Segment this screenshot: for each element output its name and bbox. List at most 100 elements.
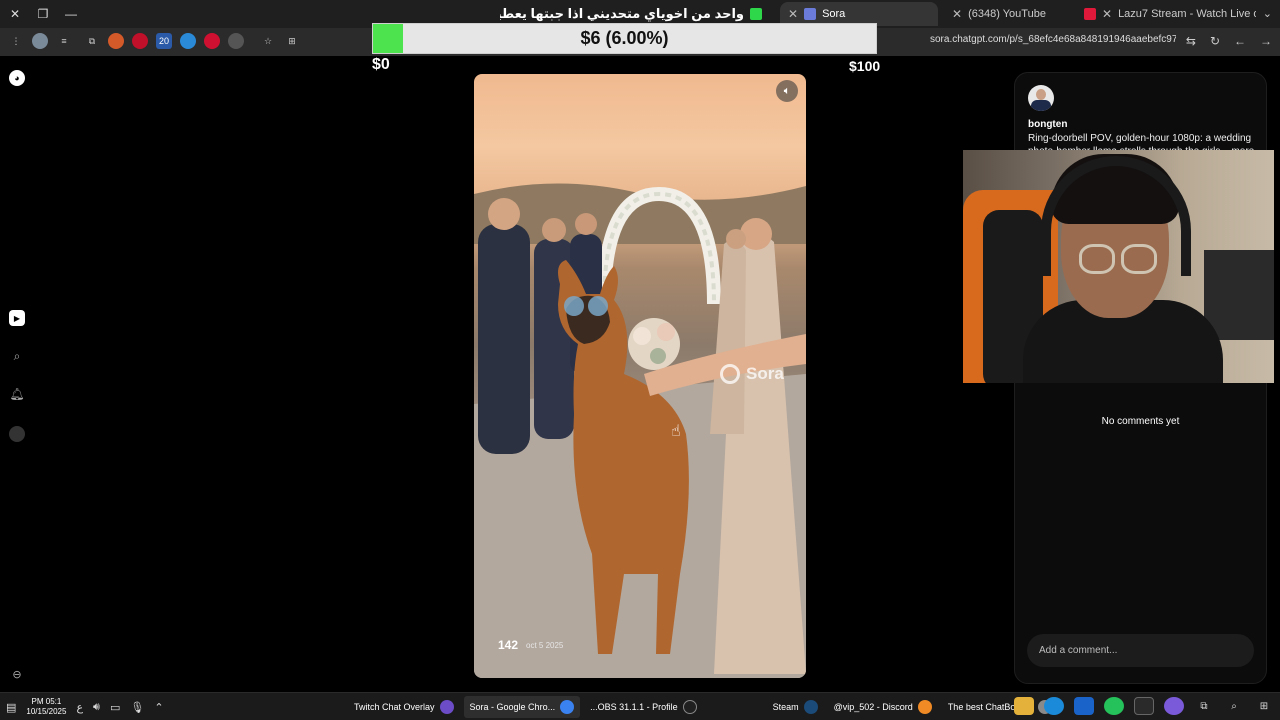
clock[interactable]: PM 05:1 10/15/2025 [26,697,66,717]
no-comments-message: No comments yet [1101,416,1180,427]
author-avatar[interactable] [1028,85,1054,111]
translate-icon[interactable]: ⊞ [284,33,300,49]
sora-tab-icon [804,8,817,20]
reload-icon[interactable]: ↻ [1210,34,1220,48]
steam-icon [803,700,818,714]
donation-goal-min: $0 [372,56,390,73]
close-tab-icon[interactable]: ✕ [952,7,962,21]
window-controls: ✕ ❐ — [6,5,80,23]
tab-youtube[interactable]: ✕ (6348) YouTube [944,2,1074,26]
close-window-icon[interactable]: ✕ [6,5,24,23]
edge-icon[interactable] [1044,697,1064,715]
task-label: Sora - Google Chro... [469,702,556,712]
tab-label: Lazu7 Stream - Watch Live on Kick [1118,8,1256,20]
forward-icon[interactable]: → [1260,34,1272,48]
extension-badge-icon[interactable]: 20 [156,33,172,49]
discord-icon [917,700,932,714]
extension-icon[interactable] [108,33,124,49]
pinned-apps: ⧉ ⌕ ⊞ [1014,697,1274,715]
tab-kick-stream[interactable]: ✕ Lazu7 Stream - Watch Live on Kick [1076,2,1256,26]
donation-goal-bar: $6 (6.00%) [372,23,877,54]
task-discord[interactable]: @vip_502 - Discord [828,696,938,718]
obs-icon [682,700,697,714]
clock-date: 10/15/2025 [26,707,67,716]
store-icon[interactable] [1134,697,1154,715]
input-language[interactable]: ع [76,701,83,714]
donation-goal-label: $6 (6.00%) [580,28,669,48]
menu-dots-icon[interactable]: ⋮ [8,33,24,49]
avatar-head [1036,89,1046,100]
sora-watermark: Sora [720,364,784,384]
close-tab-icon[interactable]: ✕ [788,7,798,21]
avatar-figure [1031,100,1051,111]
tab-label: (6348) YouTube [968,8,1046,20]
whatsapp-icon[interactable] [1104,697,1124,715]
comment-box [1027,634,1254,667]
sora-sidebar: ◕ ▶ ⌕ 🔔︎ ⊖ [0,56,34,692]
task-obs[interactable]: ...OBS 31.1.1 - Profile [584,696,703,718]
twitch-overlay-icon [439,700,454,714]
task-label: Twitch Chat Overlay [354,702,435,712]
restore-window-icon[interactable]: ❐ [34,5,52,23]
nav-buttons: ⇆ ↻ ← → [1186,34,1272,48]
extensions-puzzle-icon[interactable]: ⧉ [84,33,100,49]
profile-icon[interactable] [32,33,48,49]
tab-label: واحد من اخوياي متحديني اذا جبتها يعطيني … [500,6,744,21]
notification-center-icon[interactable]: ▤ [6,701,16,714]
comment-input[interactable] [1027,634,1254,667]
show-hidden-icons-chevron-icon[interactable]: ⌃ [154,701,163,714]
sora-watermark-text: Sora [746,364,784,383]
youtube-icon [1084,8,1096,20]
volume-icon[interactable]: 🔊︎ [93,701,100,714]
author-name[interactable]: bongten [1028,119,1067,130]
donation-goal-max: $100 [849,58,881,74]
streamer-webcam [963,150,1274,383]
search-icon[interactable]: ⌕ [1224,697,1244,715]
chrome-icon [560,700,575,714]
task-sora-chrome[interactable]: Sora - Google Chro... [463,696,581,718]
extensions-toolbar: ⋮ ≡ ⧉ 20 ☆ ⊞ [8,33,300,49]
profile-avatar-icon[interactable] [9,426,25,442]
task-label: ...OBS 31.1.1 - Profile [590,702,678,712]
outlook-icon[interactable] [1074,697,1094,715]
extension-icon[interactable] [204,33,220,49]
display-icon[interactable]: ▭ [110,701,120,714]
copilot-icon[interactable] [1164,697,1184,715]
video-player[interactable]: 🔈︎ Sora 142 oct 5 2025 [474,74,806,678]
extension-icon[interactable] [180,33,196,49]
start-windows-icon[interactable]: ⊞ [1254,697,1274,715]
back-icon[interactable]: ← [1234,34,1246,48]
task-steam[interactable]: Steam [767,696,824,718]
microphone-icon[interactable]: 🎙︎ [130,701,144,714]
background-shelf [1204,250,1274,340]
url-field[interactable]: sora.chatgpt.com/p/s_68efc4e68a848191946… [930,34,1176,45]
like-count: 142 [498,638,519,652]
bookmark-star-icon[interactable]: ☆ [260,33,276,49]
search-icon[interactable]: ⌕ [9,348,25,364]
tab-search-chevron-icon[interactable]: ⌄ [1263,7,1272,20]
home-feed-icon[interactable]: ▶ [9,310,25,326]
reading-list-icon[interactable]: ≡ [56,33,72,49]
extension-icon[interactable] [228,33,244,49]
extension-icon[interactable] [132,33,148,49]
minimize-window-icon[interactable]: — [62,5,80,23]
sora-watermark-logo-icon [720,364,740,384]
task-label: Steam [772,702,799,712]
site-settings-icon[interactable]: ⇆ [1186,34,1196,48]
clock-time: PM 05:1 [31,697,62,706]
task-twitch-chat-overlay[interactable]: Twitch Chat Overlay [348,696,460,718]
settings-icon[interactable]: ⊖ [9,666,25,682]
glasses-right [1121,244,1157,274]
mute-toggle-button[interactable]: 🔈︎ [776,80,798,102]
notifications-bell-icon[interactable]: 🔔︎ [9,386,25,402]
tab-label: Sora [822,8,846,20]
windows-taskbar: ▤ PM 05:1 10/15/2025 ع 🔊︎ ▭ 🎙︎ ⌃ Twitch … [0,692,1280,720]
task-view-icon[interactable]: ⧉ [1194,697,1214,715]
task-label: @vip_502 - Discord [833,702,913,712]
glasses-left [1079,244,1115,274]
kick-icon [750,8,762,20]
close-tab-icon[interactable]: ✕ [1102,7,1112,21]
file-explorer-icon[interactable] [1014,697,1034,715]
speaker-icon: 🔈︎ [783,84,791,97]
sora-logo-icon[interactable]: ◕ [9,70,25,86]
